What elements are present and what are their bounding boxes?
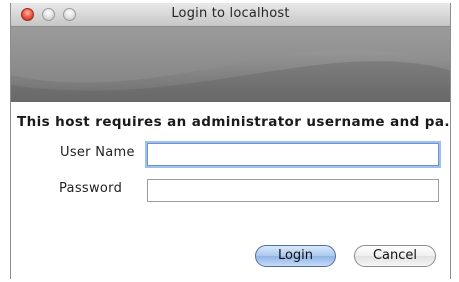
login-button[interactable]: Login bbox=[255, 245, 336, 267]
title-bar[interactable]: Login to localhost bbox=[11, 3, 450, 27]
dialog-message: This host requires an administrator user… bbox=[17, 114, 451, 130]
login-dialog-window: Login to localhost This host requires an… bbox=[10, 3, 451, 279]
cancel-button[interactable]: Cancel bbox=[354, 245, 436, 267]
window-title: Login to localhost bbox=[171, 6, 290, 21]
username-input[interactable] bbox=[147, 143, 439, 166]
password-label: Password bbox=[59, 181, 123, 196]
banner-wave-graphic bbox=[11, 27, 450, 102]
username-label: User Name bbox=[60, 145, 135, 160]
header-banner bbox=[11, 27, 450, 102]
password-input[interactable] bbox=[147, 179, 439, 202]
